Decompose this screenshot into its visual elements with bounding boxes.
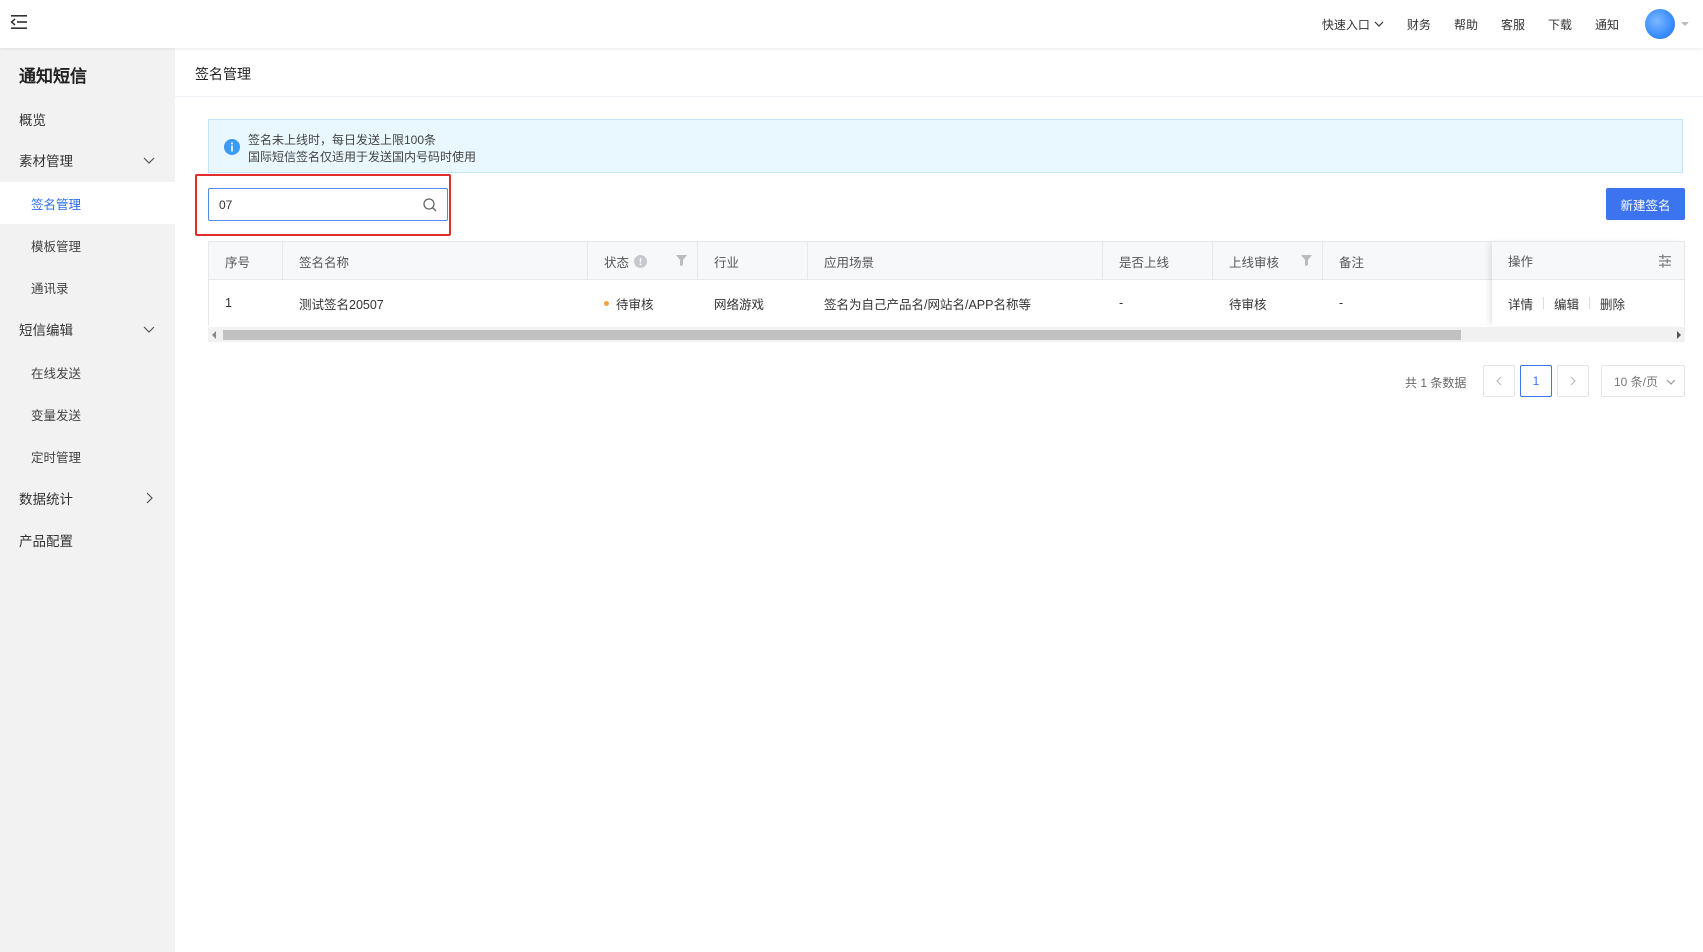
sidebar-item-signature-management[interactable]: 签名管理 [0,182,175,224]
sidebar-title: 通知短信 [19,67,87,86]
scroll-left-icon[interactable] [212,331,216,339]
sidebar-item-template-management[interactable]: 模板管理 [0,224,175,266]
total-count: 共 1 条数据 [1405,376,1467,390]
top-bar: 快速入口 财务 帮助 客服 下载 通知 [0,0,1703,48]
scroll-right-icon[interactable] [1677,331,1681,339]
chevron-down-icon [1666,379,1676,385]
col-status: 状态 [588,242,698,280]
edit-link[interactable]: 编辑 [1554,294,1579,313]
alert-line-2: 国际短信签名仅适用于发送国内号码时使用 [248,150,477,164]
quick-entry-menu[interactable]: 快速入口 [1322,16,1384,33]
sidebar-item-scheduled[interactable]: 定时管理 [0,435,175,477]
divider [1589,297,1591,309]
next-page-button[interactable] [1557,365,1589,397]
chevron-left-icon [1496,376,1502,386]
sidebar-item-materials[interactable]: 素材管理 [0,139,175,181]
actions-column: 操作 详情 编辑 删除 [1492,241,1684,326]
help-icon[interactable] [634,254,648,268]
top-nav: 快速入口 财务 帮助 客服 下载 通知 [1322,0,1703,48]
sidebar: 通知短信 概览 素材管理 签名管理 模板管理 通讯录 短信编辑 在线发送 变量发… [0,48,175,952]
col-online: 是否上线 [1103,242,1213,280]
column-settings-icon[interactable] [1658,254,1672,268]
quick-entry-label: 快速入口 [1321,17,1370,32]
sidebar-item-label: 变量发送 [31,408,82,423]
search-icon[interactable] [422,197,438,213]
row-actions: 详情 编辑 删除 [1508,280,1625,326]
chevron-down-icon [143,326,155,333]
search-field[interactable] [208,188,448,221]
col-industry: 行业 [698,242,808,280]
page-title: 签名管理 [195,66,251,82]
sidebar-item-label: 产品配置 [19,534,73,549]
table-header: 序号 签名名称 状态 行业 应用场景 是否上线 上线审核 备注 [209,241,1684,280]
filter-icon[interactable] [1301,255,1312,266]
col-index: 序号 [209,242,283,280]
chevron-down-icon [143,157,155,164]
cell-scenario: 签名为自己产品名/网站名/APP名称等 [824,297,1031,312]
avatar[interactable] [1645,9,1675,39]
caret-down-icon[interactable] [1681,22,1689,26]
page-size-select[interactable]: 10 条/页 [1601,365,1685,397]
cell-name: 测试签名20507 [299,297,384,312]
sidebar-item-overview[interactable]: 概览 [0,98,175,140]
menu-collapse-icon[interactable] [10,13,28,31]
nav-notifications[interactable]: 通知 [1595,16,1619,33]
alert-line-1: 签名未上线时，每日发送上限100条 [248,133,437,147]
chevron-right-icon [1570,376,1576,386]
sidebar-item-label: 定时管理 [31,450,82,465]
nav-help[interactable]: 帮助 [1454,16,1478,33]
cell-online: - [1119,296,1124,310]
col-remark: 备注 [1339,255,1365,270]
chevron-down-icon [1374,21,1384,27]
page-size-label: 10 条/页 [1614,374,1659,389]
col-name: 签名名称 [283,242,588,280]
sidebar-item-contacts[interactable]: 通讯录 [0,266,175,308]
prev-page-button[interactable] [1483,365,1515,397]
col-scenario: 应用场景 [808,242,1103,280]
sidebar-item-product-config[interactable]: 产品配置 [0,519,175,561]
filter-icon[interactable] [676,255,687,266]
status-dot-icon [604,300,609,306]
horizontal-scrollbar[interactable] [208,327,1685,342]
cell-status: 待审核 [588,280,698,326]
page-button-current[interactable]: 1 [1520,365,1552,397]
divider [1543,297,1545,309]
scrollbar-thumb[interactable] [223,330,1461,340]
cell-industry: 网络游戏 [714,297,765,312]
sidebar-item-label: 数据统计 [19,492,73,507]
sidebar-item-variable-send[interactable]: 变量发送 [0,393,175,435]
info-alert: 签名未上线时，每日发送上限100条 国际短信签名仅适用于发送国内号码时使用 [208,119,1683,173]
sidebar-item-label: 在线发送 [31,366,82,381]
nav-customer-service[interactable]: 客服 [1501,16,1525,33]
pagination: 共 1 条数据 1 10 条/页 [175,365,1685,397]
col-actions: 操作 [1492,241,1684,280]
main-content: 签名管理 签名未上线时，每日发送上限100条 国际短信签名仅适用于发送国内号码时… [175,48,1703,952]
nav-download[interactable]: 下载 [1548,16,1572,33]
sidebar-item-label: 概览 [19,113,46,128]
cell-remark: - [1339,296,1344,310]
col-online-review: 上线审核 [1213,242,1323,280]
info-icon [224,139,240,155]
sidebar-item-label: 短信编辑 [19,323,73,338]
cell-index: 1 [225,296,232,310]
new-signature-button[interactable]: 新建签名 [1606,188,1685,220]
table-row: 1 测试签名20507 待审核 网络游戏 签名为自己产品名/网站名/APP名称等… [209,280,1684,326]
sidebar-item-sms-edit[interactable]: 短信编辑 [0,308,175,350]
search-input[interactable] [219,197,419,213]
signature-table: 序号 签名名称 状态 行业 应用场景 是否上线 上线审核 备注 1 测试签名20… [208,241,1685,326]
cell-online-review: 待审核 [1229,297,1267,312]
sidebar-item-statistics[interactable]: 数据统计 [0,477,175,519]
sidebar-item-label: 模板管理 [31,239,82,254]
sidebar-item-label: 签名管理 [31,197,82,212]
sidebar-item-online-send[interactable]: 在线发送 [0,351,175,393]
page-header: 签名管理 [175,48,1703,97]
sidebar-item-label: 素材管理 [19,154,73,169]
nav-finance[interactable]: 财务 [1407,16,1431,33]
details-link[interactable]: 详情 [1508,294,1533,313]
status-text: 待审核 [616,297,654,312]
sidebar-item-label: 通讯录 [31,281,69,296]
chevron-right-icon [146,492,153,504]
delete-link[interactable]: 删除 [1600,294,1625,313]
